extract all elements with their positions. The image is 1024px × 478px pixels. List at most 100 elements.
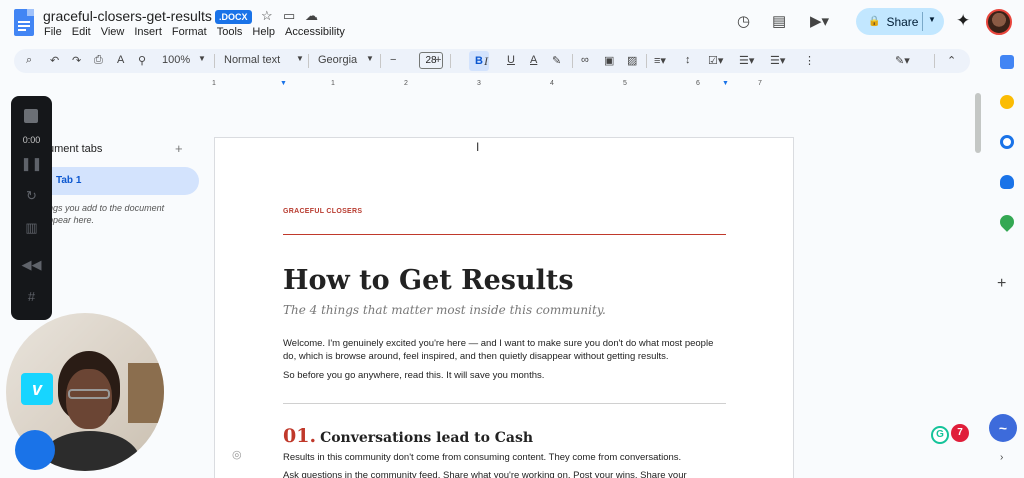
menu-view[interactable]: View	[101, 26, 125, 38]
editing-mode-icon[interactable]: ✎▾	[895, 54, 910, 67]
indent-marker-icon[interactable]: ▼	[280, 80, 287, 87]
section-title: Conversations lead to Cash	[320, 430, 534, 446]
menu-format[interactable]: Format	[172, 26, 207, 38]
tasks-icon[interactable]	[1000, 135, 1014, 149]
page-settings-icon[interactable]: ◎	[232, 448, 242, 461]
star-icon[interactable]: ☆	[261, 8, 273, 24]
numbered-list-icon[interactable]: ☰▾	[770, 54, 785, 67]
print-icon[interactable]: ⎙	[94, 54, 103, 67]
insert-image-icon[interactable]: ▨	[627, 54, 637, 67]
chevron-down-icon: ▼	[366, 54, 374, 63]
folder-icon[interactable]: ▭	[283, 8, 295, 24]
menu-bar: File Edit View Insert Format Tools Help …	[44, 26, 355, 38]
bulleted-list-icon[interactable]: ☰▾	[739, 54, 754, 67]
gemini-icon[interactable]: ✦	[956, 11, 970, 31]
menu-file[interactable]: File	[44, 26, 62, 38]
line-spacing-icon[interactable]: ↕	[685, 54, 691, 66]
restart-icon[interactable]: ↻	[11, 188, 52, 204]
doc-eyebrow: GRACEFUL CLOSERS	[283, 208, 363, 215]
menu-tools[interactable]: Tools	[217, 26, 243, 38]
doc-paragraph: Results in this community don't come fro…	[283, 452, 682, 463]
tab-1[interactable]: Tab 1	[40, 167, 199, 195]
section-number: 01.	[283, 425, 317, 447]
meet-icon[interactable]: ▶▾	[810, 12, 829, 30]
docs-logo-icon[interactable]	[14, 9, 34, 36]
document-tabs-title: ument tabs	[48, 143, 103, 155]
doc-paragraph: Ask questions in the community feed. Sha…	[283, 470, 687, 478]
share-button[interactable]: 🔒 Share ▼	[856, 8, 944, 35]
divider	[283, 403, 726, 404]
avatar[interactable]	[986, 9, 1012, 35]
keep-icon[interactable]	[1000, 95, 1014, 109]
vertical-scrollbar[interactable]	[975, 93, 981, 153]
ruler-tick: 1	[212, 80, 216, 87]
italic-button[interactable]: I	[484, 54, 488, 69]
underline-button[interactable]: U	[507, 54, 515, 66]
cloud-icon[interactable]: ☁	[305, 8, 318, 24]
doc-heading: How to Get Results	[283, 265, 574, 296]
add-comment-icon[interactable]: ▣	[604, 54, 614, 67]
chevron-down-icon: ▼	[296, 54, 304, 63]
stop-recording-button[interactable]	[24, 109, 38, 123]
checklist-icon[interactable]: ☑▾	[708, 54, 723, 67]
style-select[interactable]: Normal text	[224, 54, 280, 66]
document-page[interactable]: GRACEFUL CLOSERS How to Get Results The …	[214, 137, 794, 478]
recorder-controls: 0:00 ❚❚ ↻ ▥ ◀◀ #	[11, 96, 52, 320]
comments-icon[interactable]: ▤	[772, 12, 786, 30]
paint-format-icon[interactable]: ⚲	[138, 54, 146, 67]
font-select[interactable]: Georgia	[318, 54, 357, 66]
menu-edit[interactable]: Edit	[72, 26, 91, 38]
calendar-icon[interactable]	[1000, 55, 1014, 69]
doc-subheading: The 4 things that matter most inside thi…	[283, 303, 606, 317]
contacts-icon[interactable]	[1000, 175, 1014, 189]
grid-icon[interactable]: #	[11, 289, 52, 304]
decrease-font-size-icon[interactable]: −	[390, 54, 396, 66]
chevron-down-icon[interactable]: ▼	[928, 15, 936, 24]
highlight-icon[interactable]: ✎	[552, 54, 561, 67]
recording-timer: 0:00	[22, 135, 41, 145]
chevron-down-icon: ▼	[198, 54, 206, 63]
zoom-select[interactable]: 100%	[162, 54, 190, 66]
ruler-tick: 2	[404, 80, 408, 87]
text-color-button[interactable]: A	[530, 54, 537, 66]
ruler-tick: 3	[477, 80, 481, 87]
right-indent-marker-icon[interactable]: ▼	[722, 80, 729, 87]
floating-action-button[interactable]	[15, 430, 55, 470]
menu-insert[interactable]: Insert	[134, 26, 162, 38]
doc-paragraph: So before you go anywhere, read this. It…	[283, 370, 545, 381]
ruler-tick: 5	[623, 80, 627, 87]
pause-icon[interactable]: ❚❚	[11, 156, 52, 172]
add-addon-icon[interactable]: +	[997, 275, 1006, 293]
add-tab-icon[interactable]: +	[175, 141, 183, 156]
collapse-icon[interactable]: ⌃	[947, 54, 956, 67]
undo-icon[interactable]: ↶	[50, 54, 59, 67]
ruler-tick: 6	[696, 80, 700, 87]
align-icon[interactable]: ≡▾	[654, 54, 666, 67]
grammarly-icon[interactable]: G	[931, 426, 949, 444]
ruler-tick: 1	[331, 80, 335, 87]
ruler-tick: 4	[550, 80, 554, 87]
notification-badge-icon[interactable]: 7	[951, 424, 969, 442]
section-heading: 01. Conversations lead to Cash	[283, 425, 533, 447]
vimeo-logo-icon[interactable]: v	[21, 373, 53, 405]
more-icon[interactable]: ⋮	[804, 54, 815, 67]
search-icon[interactable]: ⌕	[26, 54, 32, 67]
rewind-icon[interactable]: ◀◀	[11, 257, 52, 273]
ruler[interactable]: 1 ▼ 1 2 3 4 5 6 ▼ 7	[212, 80, 796, 94]
extension-icon[interactable]: ~	[989, 414, 1017, 442]
chevron-right-icon[interactable]: ›	[1000, 452, 1003, 463]
ruler-tick: 7	[758, 80, 762, 87]
spellcheck-icon[interactable]: A	[117, 54, 124, 66]
history-icon[interactable]: ◷	[737, 12, 750, 30]
increase-font-size-icon[interactable]: +	[435, 54, 441, 66]
title-bar: graceful-closers-get-results .DOCX ☆ ▭ ☁…	[0, 0, 1024, 42]
divider	[283, 234, 726, 235]
document-title[interactable]: graceful-closers-get-results	[43, 8, 212, 24]
menu-help[interactable]: Help	[252, 26, 275, 38]
tab-label: Tab 1	[56, 175, 82, 186]
link-icon[interactable]: ∞	[581, 54, 589, 66]
formatting-toolbar: ⌕ ↶ ↷ ⎙ A ⚲ 100% ▼ Normal text ▼ Georgia…	[14, 49, 970, 73]
redo-icon[interactable]: ↷	[72, 54, 81, 67]
delete-icon[interactable]: ▥	[11, 220, 52, 236]
menu-accessibility[interactable]: Accessibility	[285, 26, 345, 38]
